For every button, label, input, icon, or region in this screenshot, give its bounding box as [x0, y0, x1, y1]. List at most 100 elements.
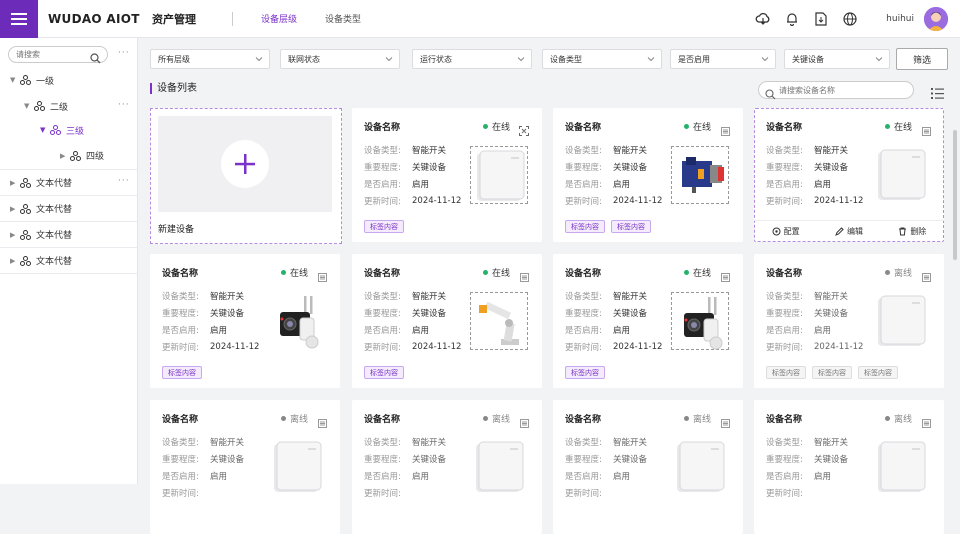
field-value: 启用: [613, 325, 631, 336]
sidebar-search[interactable]: [8, 46, 108, 64]
tree-item-text1[interactable]: ▶ 文本代替: [0, 170, 137, 196]
filter-key-device-select[interactable]: 关键设备: [784, 49, 890, 69]
device-card[interactable]: 设备名称 在线 设备类型: 智能开关 重要程度: 关键设备 是否启用: 启用 更新时间: 2024…: [553, 108, 743, 242]
tree-item-level4[interactable]: ▶ 四级: [0, 142, 137, 170]
list-view-icon[interactable]: [931, 84, 944, 103]
sidebar-search-input[interactable]: [16, 50, 86, 59]
scrollbar-thumb[interactable]: [953, 130, 957, 260]
filter-running-select[interactable]: 运行状态: [412, 49, 532, 69]
tree-item-text2[interactable]: ▶ 文本代替: [0, 196, 137, 222]
chevron-right-icon[interactable]: ▶: [10, 205, 20, 213]
device-search-input[interactable]: [779, 85, 899, 95]
device-card[interactable]: 设备名称 在线 设备类型: 智能开关 重要程度: 关键设备 是否启用: 启用 更新时间: 2024…: [352, 108, 542, 242]
device-search[interactable]: [758, 81, 914, 100]
device-fields: 设备类型: 智能开关 重要程度: 关键设备 是否启用: 启用 更新时间:: [364, 433, 446, 501]
filter-label: 关键设备: [792, 54, 824, 64]
tag: 标签内容: [565, 366, 605, 379]
device-card[interactable]: 设备名称 离线 设备类型: 智能开关 重要程度: 关键设备 是否启用: 启用 更新时间:: [150, 400, 340, 534]
globe-icon[interactable]: [842, 11, 858, 27]
router-icon: [470, 146, 528, 204]
filter-type-select[interactable]: 设备类型: [542, 49, 662, 69]
new-device-card[interactable]: 新建设备: [150, 108, 342, 244]
tree-item-more-button[interactable]: ···: [118, 100, 130, 110]
chevron-right-icon[interactable]: ▶: [10, 231, 20, 239]
tree-item-text4[interactable]: ▶ 文本代替: [0, 248, 137, 274]
device-card[interactable]: 设备名称 离线 设备类型: 智能开关 重要程度: 关键设备 是否启用: 启用 更新时间:: [754, 400, 944, 534]
tab-device-hierarchy[interactable]: 设备层级: [261, 0, 297, 38]
chevron-right-icon[interactable]: ▶: [60, 152, 70, 160]
cloud-icon[interactable]: [755, 11, 771, 27]
field-label: 是否启用:: [565, 325, 602, 336]
device-menu-icon: [922, 419, 931, 428]
field-row: 重要程度: 关键设备: [364, 158, 461, 175]
search-icon[interactable]: [90, 49, 101, 68]
device-menu-button[interactable]: [318, 413, 327, 432]
device-card[interactable]: 设备名称 在线 设备类型: 智能开关 重要程度: 关键设备 是否启用: 启用 更新时间: 2024…: [352, 254, 542, 388]
scrollbar[interactable]: [952, 100, 958, 484]
field-value: 启用: [210, 471, 228, 482]
chevron-down-icon[interactable]: ▼: [24, 102, 34, 110]
filter-enabled-select[interactable]: 是否启用: [670, 49, 776, 69]
sidebar-more-button[interactable]: ···: [118, 48, 130, 58]
device-menu-button[interactable]: [520, 413, 529, 432]
chevron-down-icon[interactable]: ▼: [40, 126, 50, 134]
device-card[interactable]: 设备名称 离线 设备类型: 智能开关 重要程度: 关键设备 是否启用: 启用 更新时间:: [553, 400, 743, 534]
status-text: 在线: [289, 269, 308, 279]
field-value: 智能开关: [210, 291, 245, 302]
tree-item-label: 文本代替: [36, 179, 73, 189]
field-label: 设备类型:: [766, 145, 803, 156]
config-button[interactable]: 配置: [754, 221, 817, 242]
bell-icon[interactable]: [784, 11, 800, 27]
filter-level-select[interactable]: 所有层级: [150, 49, 270, 69]
delete-button[interactable]: 删除: [881, 221, 944, 242]
field-value: 关键设备: [613, 162, 648, 173]
add-device-button[interactable]: [221, 140, 269, 188]
device-card[interactable]: 设备名称 在线 设备类型: 智能开关 重要程度: 关键设备 是否启用: 启用 更新时间: 2024…: [754, 108, 944, 242]
field-value: 启用: [613, 471, 631, 482]
device-menu-button[interactable]: [721, 413, 730, 432]
status-dot: [482, 124, 488, 129]
tree-item-level1[interactable]: ▼ 一级: [0, 68, 137, 92]
chevron-right-icon[interactable]: ▶: [10, 179, 20, 187]
tree-item-level2[interactable]: ▼ 二级: [0, 94, 137, 118]
tree-item-more-button[interactable]: ···: [118, 176, 130, 186]
field-label: 设备类型:: [766, 291, 803, 302]
device-name: 设备名称: [162, 269, 199, 279]
edit-button[interactable]: 编辑: [817, 221, 880, 242]
field-value: 关键设备: [412, 162, 447, 173]
device-menu-button[interactable]: [721, 121, 730, 140]
document-icon[interactable]: [813, 11, 829, 27]
device-menu-button[interactable]: [922, 121, 931, 140]
field-value: 关键设备: [210, 454, 245, 465]
device-menu-button[interactable]: [922, 267, 931, 286]
field-row: 是否启用: 启用: [364, 321, 461, 338]
field-row: 是否启用: 启用: [364, 175, 461, 192]
device-card[interactable]: 设备名称 离线 设备类型: 智能开关 重要程度: 关键设备 是否启用: 启用 更新时间:: [352, 400, 542, 534]
tree-item-level3[interactable]: ▼ 三级: [0, 118, 137, 142]
chevron-down-icon[interactable]: ▼: [10, 76, 20, 84]
field-value: 智能开关: [412, 437, 447, 448]
node-icon: [50, 125, 61, 135]
search-icon: [765, 85, 776, 104]
avatar[interactable]: [924, 6, 948, 31]
filter-button[interactable]: 筛选: [896, 48, 948, 70]
device-menu-button[interactable]: [922, 413, 931, 432]
filter-network-select[interactable]: 联网状态: [280, 49, 400, 69]
field-row: 是否启用: 启用: [766, 467, 848, 484]
device-card[interactable]: 设备名称 在线 设备类型: 智能开关 重要程度: 关键设备 是否启用: 启用 更新时间: 2024…: [553, 254, 743, 388]
camera-icon: [671, 292, 729, 350]
menu-button[interactable]: [0, 0, 38, 38]
device-menu-button[interactable]: [318, 267, 327, 286]
device-card[interactable]: 设备名称 在线 设备类型: 智能开关 重要程度: 关键设备 是否启用: 启用 更新时间: 2024…: [150, 254, 340, 388]
node-icon: [20, 75, 31, 85]
new-device-area[interactable]: [158, 116, 332, 212]
tab-device-type[interactable]: 设备类型: [325, 0, 361, 38]
device-menu-button[interactable]: [519, 121, 529, 140]
device-menu-button[interactable]: [520, 267, 529, 286]
chevron-right-icon[interactable]: ▶: [10, 257, 20, 265]
tree-item-text3[interactable]: ▶ 文本代替: [0, 222, 137, 248]
device-card[interactable]: 设备名称 离线 设备类型: 智能开关 重要程度: 关键设备 是否启用: 启用 更新时间: 2024…: [754, 254, 944, 388]
device-menu-button[interactable]: [721, 267, 730, 286]
field-label: 设备类型:: [162, 437, 199, 448]
username[interactable]: huihui: [886, 14, 914, 24]
